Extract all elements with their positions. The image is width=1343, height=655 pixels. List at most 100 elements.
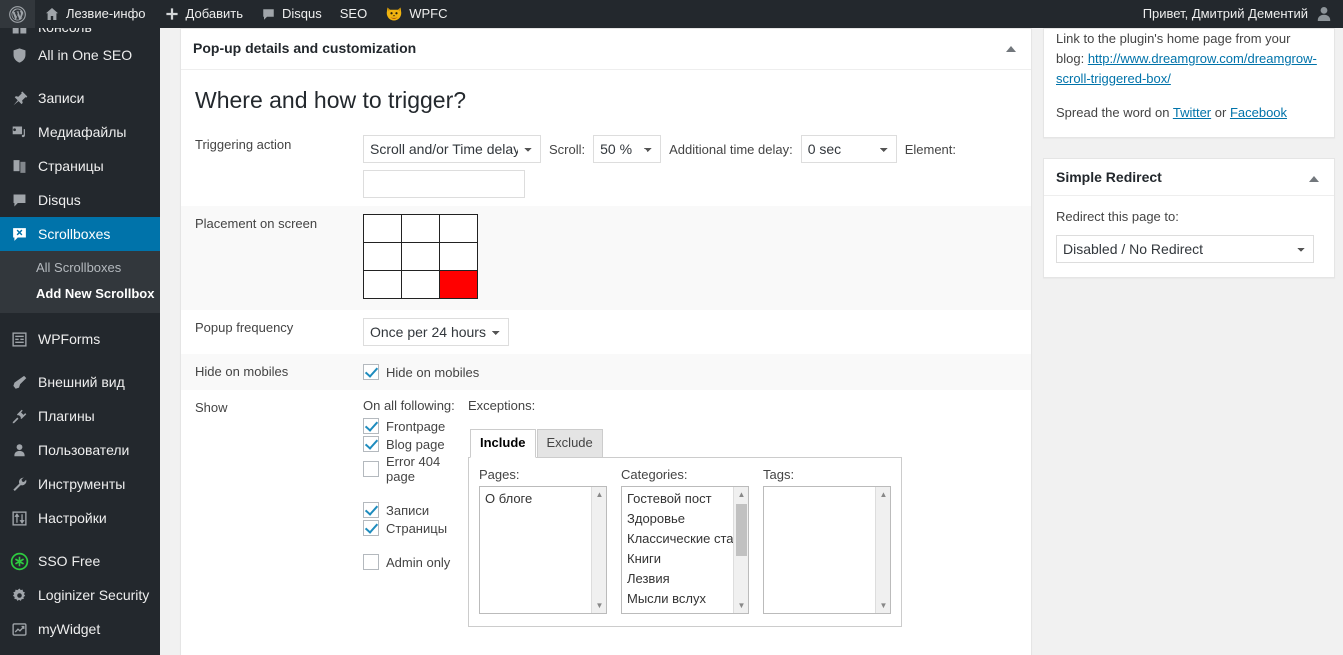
show-columns: On all following: Frontpage Blog page Er…	[363, 398, 1021, 628]
plugin-home-link[interactable]: http://www.dreamgrow.com/dreamgrow-scrol…	[1056, 51, 1317, 86]
checkbox-row-error-404[interactable]: Error 404 page	[363, 454, 468, 484]
postbox-header[interactable]: Pop-up details and customization	[181, 29, 1031, 70]
hide-on-mobiles-checkbox-row[interactable]: Hide on mobiles	[363, 364, 1021, 381]
spread-word-text: Spread the word on	[1056, 105, 1173, 120]
adminbar-site-name[interactable]: Лезвие-инфо	[35, 0, 155, 28]
sidebar-item-tools[interactable]: Инструменты	[0, 467, 160, 501]
adminbar-seo-label: SEO	[339, 6, 368, 21]
wpfc-cat-icon	[385, 6, 403, 22]
pages-listbox[interactable]: О блоге ▲ ▼	[479, 486, 607, 615]
placement-cell-middle-left[interactable]	[363, 242, 402, 272]
tags-listbox[interactable]: ▲ ▼	[763, 486, 891, 615]
sidebar-item-plugins[interactable]: Плагины	[0, 399, 160, 433]
list-item[interactable]: Мысли вслух	[625, 589, 733, 609]
adminbar-wordpress-logo[interactable]	[0, 0, 35, 28]
blog-page-checkbox-label[interactable]: Blog page	[386, 437, 445, 452]
placement-cell-bottom-left[interactable]	[363, 270, 402, 300]
chevron-up-icon[interactable]	[999, 37, 1023, 61]
tab-include[interactable]: Include	[470, 429, 536, 459]
sidebar-subitem-all-scrollboxes[interactable]: All Scrollboxes	[0, 255, 160, 281]
list-item[interactable]: Обзоры	[625, 609, 733, 613]
sidebar-item-pages[interactable]: Страницы	[0, 149, 160, 183]
placement-cell-bottom-center[interactable]	[401, 270, 440, 300]
sidebar-item-users[interactable]: Пользователи	[0, 433, 160, 467]
sidebar-item-media[interactable]: Медиафайлы	[0, 115, 160, 149]
hide-on-mobiles-checkbox-label[interactable]: Hide on mobiles	[386, 365, 479, 380]
placement-cell-middle-right[interactable]	[439, 242, 478, 272]
adminbar-my-account[interactable]: Привет, Дмитрий Дементий	[1134, 0, 1343, 28]
sidebar-item-dashboard[interactable]: Консоль	[0, 28, 160, 38]
twitter-link[interactable]: Twitter	[1173, 105, 1211, 120]
sidebar-item-scrollboxes[interactable]: Scrollboxes	[0, 217, 160, 251]
blog-page-checkbox[interactable]	[363, 436, 379, 453]
placement-cell-middle-center[interactable]	[401, 242, 440, 272]
sidebar-item-mywidget[interactable]: myWidget	[0, 612, 160, 646]
additional-time-delay-select[interactable]: 0 sec	[800, 135, 897, 164]
categories-listbox[interactable]: Гостевой пост Здоровье Классические ста …	[621, 486, 749, 615]
element-input[interactable]	[363, 170, 525, 199]
checkbox-row-blog-page[interactable]: Blog page	[363, 436, 468, 453]
placement-grid[interactable]	[363, 214, 478, 300]
scroll-up-icon[interactable]: ▲	[876, 487, 890, 502]
adminbar-wpfc[interactable]: WPFC	[376, 0, 456, 28]
list-item[interactable]: Здоровье	[625, 509, 733, 529]
scroll-percent-select[interactable]: 50 %	[593, 135, 662, 164]
checkbox-row-pages[interactable]: Страницы	[363, 520, 468, 537]
pages-listbox-scrollbar[interactable]: ▲ ▼	[591, 487, 606, 614]
adminbar-seo[interactable]: SEO	[331, 0, 376, 28]
scroll-up-icon[interactable]: ▲	[592, 487, 606, 502]
chevron-up-icon[interactable]	[1302, 167, 1326, 191]
sidebar-item-all-in-one-seo[interactable]: All in One SEO	[0, 38, 160, 72]
cell-show: On all following: Frontpage Blog page Er…	[353, 390, 1031, 635]
placement-cell-top-center[interactable]	[401, 214, 440, 244]
sidebar-subitem-add-new-scrollbox[interactable]: Add New Scrollbox	[0, 281, 160, 307]
error-404-checkbox-label[interactable]: Error 404 page	[386, 454, 468, 484]
adminbar-new-content[interactable]: Добавить	[155, 0, 252, 28]
posts-checkbox[interactable]	[363, 502, 379, 519]
sidebox-simple-redirect-header[interactable]: Simple Redirect	[1044, 159, 1334, 196]
placement-cell-top-right[interactable]	[439, 214, 478, 244]
placement-cell-top-left[interactable]	[363, 214, 402, 244]
tags-listbox-scrollbar[interactable]: ▲ ▼	[875, 487, 890, 614]
adminbar-disqus[interactable]: Disqus	[252, 0, 331, 28]
scrollbar-thumb[interactable]	[736, 504, 747, 557]
admin-only-checkbox-label[interactable]: Admin only	[386, 555, 450, 570]
frontpage-checkbox[interactable]	[363, 418, 379, 435]
error-404-checkbox[interactable]	[363, 461, 379, 478]
checkbox-row-admin-only[interactable]: Admin only	[363, 554, 468, 571]
popup-frequency-select[interactable]: Once per 24 hours	[363, 318, 509, 347]
checkbox-row-posts[interactable]: Записи	[363, 502, 468, 519]
posts-checkbox-label[interactable]: Записи	[386, 503, 429, 518]
triggering-action-select[interactable]: Scroll and/or Time delay	[363, 135, 541, 164]
list-item[interactable]: О блоге	[483, 489, 591, 509]
sidebar-item-sso-free[interactable]: SSO Free	[0, 544, 160, 578]
pages-checkbox-label[interactable]: Страницы	[386, 521, 447, 536]
sidebar-item-posts[interactable]: Записи	[0, 81, 160, 115]
scroll-down-icon[interactable]: ▼	[876, 598, 890, 613]
categories-listbox-scrollbar[interactable]: ▲ ▼	[733, 487, 748, 614]
tab-exclude[interactable]: Exclude	[536, 429, 603, 459]
scroll-down-icon[interactable]: ▼	[592, 598, 606, 613]
facebook-link[interactable]: Facebook	[1230, 105, 1287, 120]
placement-cell-bottom-right[interactable]	[439, 270, 478, 300]
pages-checkbox[interactable]	[363, 520, 379, 537]
scroll-up-icon[interactable]: ▲	[734, 487, 748, 502]
list-item[interactable]: Гостевой пост	[625, 489, 733, 509]
sidebar-item-disqus[interactable]: Disqus	[0, 183, 160, 217]
cell-hide-on-mobiles: Hide on mobiles	[353, 354, 1031, 390]
redirect-target-select[interactable]: Disabled / No Redirect	[1056, 235, 1314, 263]
frontpage-checkbox-label[interactable]: Frontpage	[386, 419, 445, 434]
admin-only-checkbox[interactable]	[363, 554, 379, 571]
list-item[interactable]: Лезвия	[625, 569, 733, 589]
label-popup-frequency: Popup frequency	[195, 320, 294, 336]
hide-on-mobiles-checkbox[interactable]	[363, 364, 379, 381]
sidebar-item-appearance[interactable]: Внешний вид	[0, 365, 160, 399]
scroll-down-icon[interactable]: ▼	[734, 598, 748, 613]
list-item[interactable]: Книги	[625, 549, 733, 569]
list-item[interactable]: Классические ста	[625, 529, 733, 549]
sidebar-item-wpforms[interactable]: WPForms	[0, 322, 160, 356]
checkbox-row-frontpage[interactable]: Frontpage	[363, 418, 468, 435]
sidebar-item-settings[interactable]: Настройки	[0, 501, 160, 535]
sidebar-item-loginizer-security[interactable]: Loginizer Security	[0, 578, 160, 612]
